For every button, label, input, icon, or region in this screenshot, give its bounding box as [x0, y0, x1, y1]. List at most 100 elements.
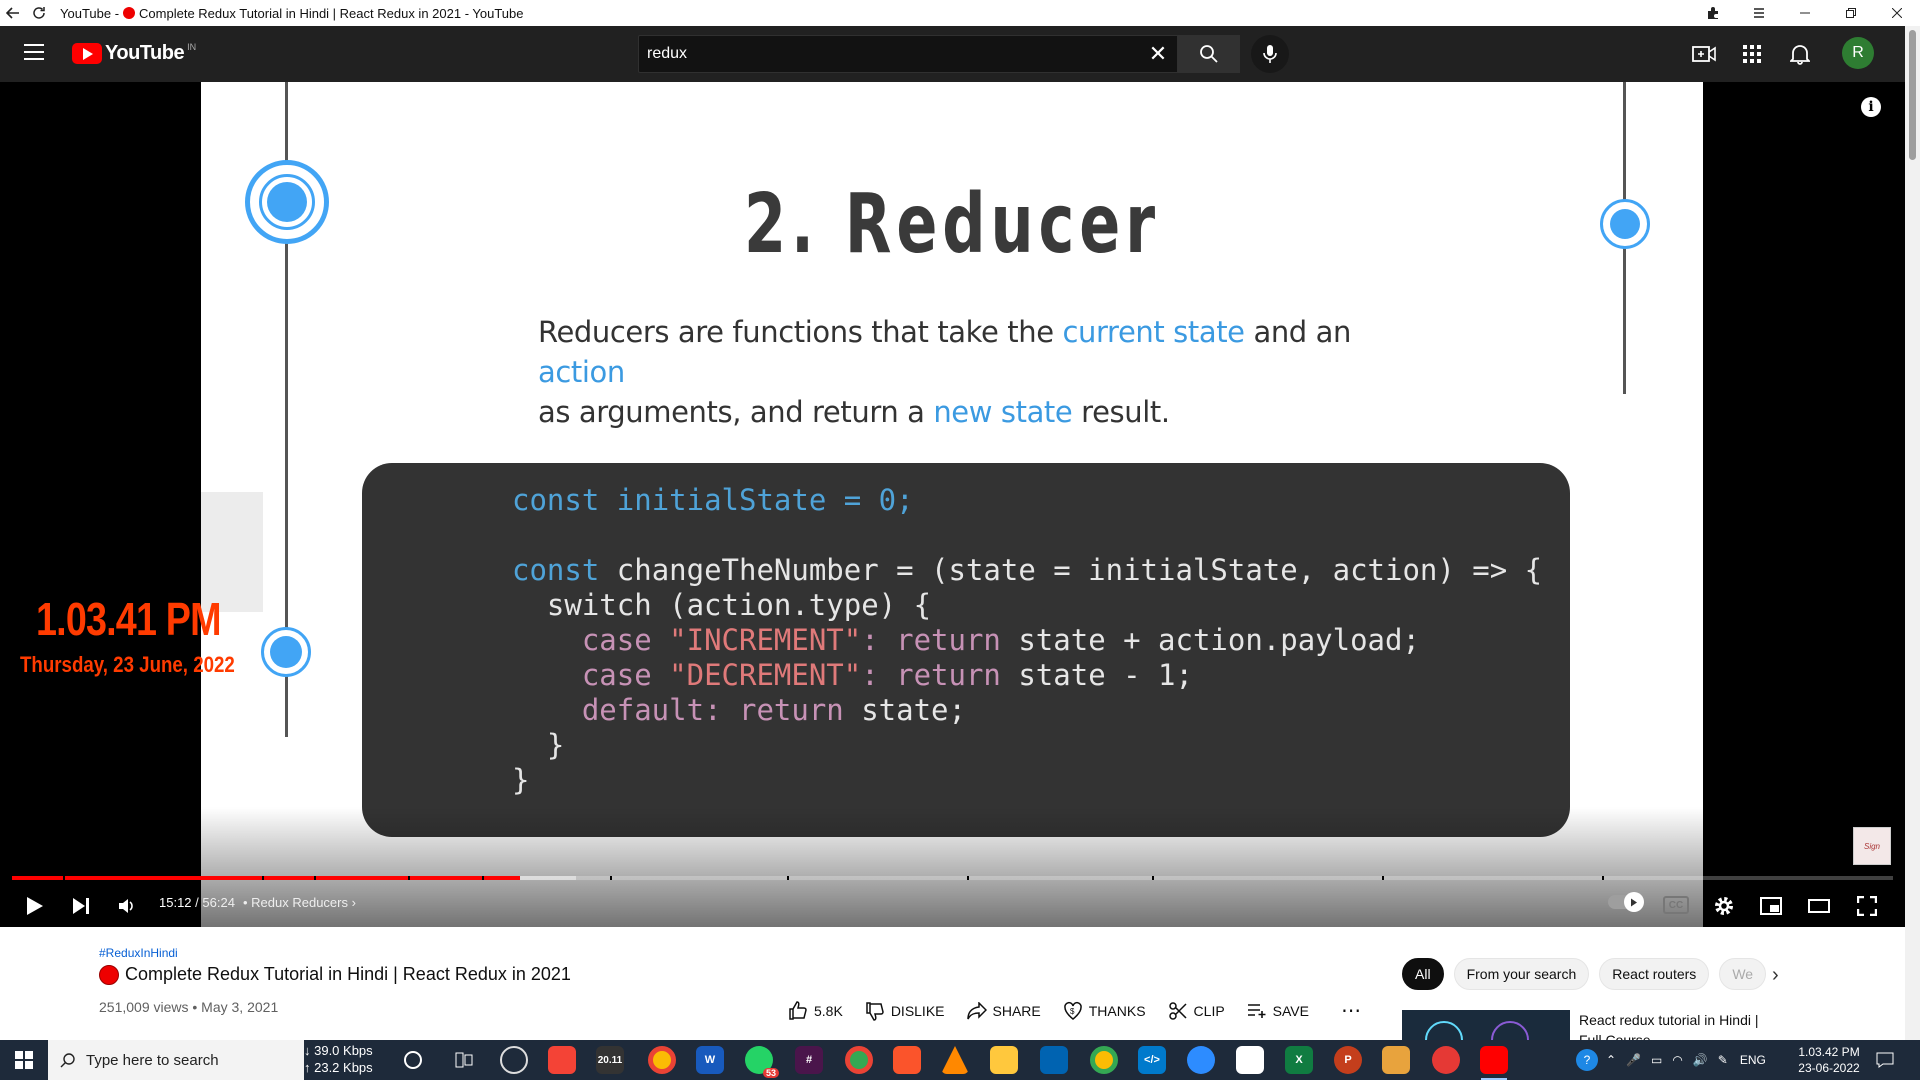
back-icon[interactable]: [0, 0, 26, 26]
speaker-icon[interactable]: 🔊: [1693, 1053, 1708, 1067]
next-button[interactable]: [66, 891, 96, 921]
paint-icon[interactable]: [1236, 1046, 1264, 1074]
search-box: ✕: [638, 35, 1178, 73]
slack-icon[interactable]: #: [795, 1046, 823, 1074]
vlc-icon[interactable]: [941, 1046, 969, 1074]
search-icon: [60, 1053, 75, 1068]
chip-all[interactable]: All: [1402, 958, 1444, 990]
chapter-title-button[interactable]: • Redux Reducers ›: [243, 895, 356, 910]
wifi-icon[interactable]: ◠: [1672, 1053, 1682, 1067]
save-label: SAVE: [1272, 1002, 1309, 1019]
chip-react-routers[interactable]: React routers: [1599, 958, 1710, 990]
taskbar-date: 23-06-2022: [1798, 1061, 1860, 1075]
thanks-button[interactable]: $ THANKS: [1063, 1001, 1146, 1021]
notifications-icon[interactable]: [1876, 1040, 1894, 1080]
microphone-icon[interactable]: 🎤: [1626, 1053, 1641, 1067]
clip-button[interactable]: CLIP: [1168, 1001, 1225, 1021]
obs-app-icon[interactable]: [500, 1046, 528, 1074]
battery-icon[interactable]: ▭: [1651, 1053, 1662, 1067]
code-keyword: const: [512, 483, 600, 517]
channel-watermark-icon[interactable]: Sign: [1853, 827, 1891, 865]
close-icon[interactable]: [1874, 0, 1920, 26]
video-actions: 5.8K DISLIKE SHARE $ THANKS CLIP SAVE ⋯: [788, 998, 1361, 1023]
share-button[interactable]: SHARE: [966, 1001, 1041, 1020]
create-video-icon[interactable]: [1692, 42, 1716, 66]
chapter-marker: [63, 876, 65, 880]
theater-mode-icon[interactable]: [1804, 891, 1834, 921]
word-icon[interactable]: W: [696, 1046, 724, 1074]
voice-search-button[interactable]: [1251, 35, 1289, 73]
chapter-marker: [1602, 876, 1604, 880]
miniplayer-icon[interactable]: [1756, 891, 1786, 921]
progress-bar[interactable]: [12, 876, 1893, 880]
play-button[interactable]: [20, 891, 50, 921]
page-scrollbar[interactable]: [1905, 26, 1920, 1046]
like-button[interactable]: 5.8K: [788, 1000, 843, 1021]
search-input[interactable]: [639, 45, 1139, 63]
app-icon[interactable]: [548, 1046, 576, 1074]
chrome-2-icon[interactable]: [1090, 1046, 1118, 1074]
youtube-logo[interactable]: YouTube IN: [72, 42, 196, 65]
code-line-8: }: [512, 728, 565, 762]
file-explorer-icon[interactable]: [990, 1046, 1018, 1074]
code-keyword: : return: [704, 693, 844, 727]
restore-icon[interactable]: [1828, 0, 1874, 26]
extensions-icon[interactable]: [1690, 0, 1736, 26]
chevron-up-icon[interactable]: ⌃: [1606, 1053, 1616, 1067]
progress-played: [12, 876, 520, 880]
video-player[interactable]: 2. Reducer Reducers are functions that t…: [0, 82, 1905, 927]
brave-icon[interactable]: [893, 1046, 921, 1074]
task-view-icon[interactable]: [450, 1046, 478, 1074]
windows-start-icon[interactable]: [0, 1040, 48, 1080]
taskbar-search[interactable]: Type here to search: [48, 1040, 304, 1080]
powerpoint-icon[interactable]: P: [1334, 1046, 1362, 1074]
dislike-button[interactable]: DISLIKE: [865, 1001, 945, 1021]
whatsapp-icon[interactable]: 53: [745, 1046, 779, 1078]
apps-grid-icon[interactable]: [1740, 42, 1764, 66]
chips-next-chevron-icon[interactable]: ›: [1772, 964, 1779, 987]
menu-icon[interactable]: [1736, 0, 1782, 26]
pen-icon[interactable]: ✎: [1718, 1053, 1728, 1067]
reload-icon[interactable]: [26, 0, 52, 26]
volume-button[interactable]: [112, 891, 142, 921]
info-icon[interactable]: i: [1861, 97, 1881, 117]
vscode-icon[interactable]: </>: [1138, 1046, 1166, 1074]
hashtag-link[interactable]: #ReduxInHindi: [99, 946, 178, 960]
hamburger-menu-icon[interactable]: [24, 44, 44, 60]
code-keyword: case: [512, 658, 652, 692]
save-button[interactable]: SAVE: [1247, 1003, 1309, 1019]
more-actions-icon[interactable]: ⋯: [1341, 998, 1361, 1023]
desc-highlight-current-state: current state: [1062, 315, 1246, 349]
slide-description: Reducers are functions that take the cur…: [538, 312, 1438, 432]
search-icon: [1200, 45, 1218, 63]
media-app-icon[interactable]: [1382, 1046, 1410, 1074]
chip-from-your-search[interactable]: From your search: [1453, 958, 1590, 990]
video-frame-slide: 2. Reducer Reducers are functions that t…: [201, 82, 1703, 927]
fullscreen-icon[interactable]: [1852, 891, 1882, 921]
excel-icon[interactable]: X: [1285, 1046, 1313, 1074]
recommendation-thumbnail[interactable]: [1402, 1010, 1570, 1040]
language-indicator[interactable]: ENG: [1740, 1053, 1766, 1067]
clear-search-icon[interactable]: ✕: [1139, 41, 1177, 67]
chevron-right-icon: ›: [351, 895, 356, 910]
user-avatar[interactable]: R: [1842, 37, 1874, 69]
settings-gear-icon[interactable]: [1709, 891, 1739, 921]
scrollbar-thumb[interactable]: [1909, 30, 1916, 160]
notifications-bell-icon[interactable]: [1788, 42, 1812, 66]
chrome-icon[interactable]: [648, 1046, 676, 1074]
autoplay-toggle[interactable]: [1608, 892, 1644, 912]
minimize-icon[interactable]: [1782, 0, 1828, 26]
chrome-profile-icon[interactable]: [845, 1046, 873, 1074]
photos-icon[interactable]: [1040, 1046, 1068, 1074]
app-2011-icon[interactable]: 20.11: [596, 1046, 624, 1074]
taskbar-clock[interactable]: 1.03.42 PM 23-06-2022: [1794, 1044, 1864, 1076]
zoom-icon[interactable]: [1187, 1046, 1215, 1074]
microphone-icon: [1263, 45, 1277, 63]
subtitles-cc-icon[interactable]: CC: [1663, 896, 1689, 914]
chip-partial[interactable]: We: [1719, 958, 1767, 990]
help-icon[interactable]: ?: [1576, 1049, 1598, 1071]
app-red-icon[interactable]: [1432, 1046, 1460, 1074]
youtube-taskbar-icon[interactable]: [1480, 1046, 1508, 1080]
cortana-icon[interactable]: [404, 1051, 422, 1069]
search-button[interactable]: [1178, 35, 1240, 73]
